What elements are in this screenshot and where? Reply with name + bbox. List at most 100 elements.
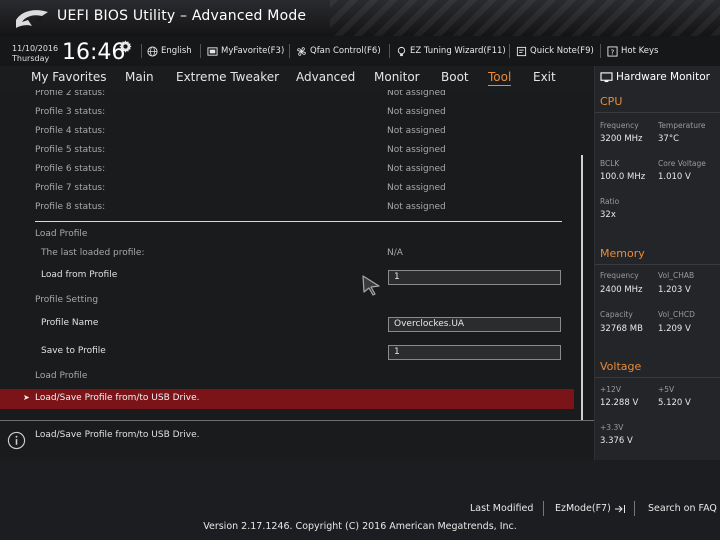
core-voltage-value: 1.010 V <box>658 172 691 182</box>
last-modified-button[interactable]: Last Modified <box>470 503 533 514</box>
profile-3-status-label: Profile 3 status: <box>35 107 106 117</box>
fan-icon <box>297 46 306 56</box>
v5-label: +5V <box>658 385 675 394</box>
bulb-icon <box>397 46 406 56</box>
vol-chcd-label: Vol_CHCD <box>658 310 695 319</box>
language-label: English <box>161 46 192 56</box>
mouse-cursor-icon <box>362 275 380 296</box>
date-text: 11/10/2016 <box>12 44 59 53</box>
separator <box>289 44 290 58</box>
tab-advanced[interactable]: Advanced <box>296 70 355 84</box>
info-bar: 11/10/2016 Thursday 16:46 English MyFavo… <box>0 36 720 66</box>
main-content: Profile 2 status: Not assigned Profile 3… <box>0 90 594 420</box>
load-from-profile-label: Load from Profile <box>41 270 118 280</box>
save-to-profile-label: Save to Profile <box>41 346 106 356</box>
vol-chab-label: Vol_CHAB <box>658 271 695 280</box>
date-display: 11/10/2016 Thursday <box>12 44 58 64</box>
profile-5-status-value: Not assigned <box>387 145 446 155</box>
profile-name-input[interactable]: Overclockes.UA <box>388 317 561 332</box>
quick-note-label: Quick Note(F9) <box>530 46 594 56</box>
v5-value: 5.120 V <box>658 398 691 408</box>
hardware-monitor-label: Hardware Monitor <box>616 71 710 83</box>
my-favorite-button[interactable]: MyFavorite(F3) <box>207 43 284 59</box>
v12-value: 12.288 V <box>600 398 639 408</box>
profile-4-status-label: Profile 4 status: <box>35 126 106 136</box>
separator <box>509 44 510 58</box>
footer: Last Modified EzMode(F7) Search on FAQ V… <box>0 460 720 540</box>
vol-chcd-value: 1.209 V <box>658 324 691 334</box>
hot-keys-label: Hot Keys <box>621 46 659 56</box>
voltage-section-title: Voltage <box>600 360 642 373</box>
ez-tuning-wizard-label: EZ Tuning Wizard(F11) <box>410 46 506 56</box>
separator <box>634 501 635 516</box>
exit-arrow-icon <box>614 504 625 513</box>
my-favorite-label: MyFavorite(F3) <box>221 46 285 56</box>
cpu-temperature-value: 37°C <box>658 134 680 144</box>
hw-divider <box>595 112 720 113</box>
profile-name-label: Profile Name <box>41 318 99 328</box>
profile-setting-header: Profile Setting <box>35 295 99 305</box>
usb-profile-menu-item[interactable]: ➤ Load/Save Profile from/to USB Drive. <box>0 389 574 409</box>
hw-divider <box>595 264 720 265</box>
tab-boot[interactable]: Boot <box>441 70 469 84</box>
tab-main[interactable]: Main <box>125 70 154 84</box>
title-bar-stripes <box>330 0 720 36</box>
globe-icon <box>147 45 158 57</box>
capacity-label: Capacity <box>600 310 633 319</box>
copyright-text: Version 2.17.1246. Copyright (C) 2016 Am… <box>203 521 517 532</box>
cpu-temperature-label: Temperature <box>658 121 706 130</box>
separator <box>141 44 142 58</box>
language-button[interactable]: English <box>147 43 192 59</box>
gear-icon[interactable] <box>119 40 132 53</box>
main-menu: My Favorites Main Extreme Tweaker Advanc… <box>0 66 594 90</box>
scrollbar[interactable] <box>581 155 583 420</box>
hot-keys-button[interactable]: ? Hot Keys <box>607 43 658 59</box>
quick-note-button[interactable]: Quick Note(F9) <box>516 43 594 59</box>
separator <box>200 44 201 58</box>
v33-value: 3.376 V <box>600 436 633 446</box>
svg-text:?: ? <box>611 47 615 56</box>
profile-6-status-label: Profile 6 status: <box>35 164 106 174</box>
monitor-icon <box>600 71 613 82</box>
ezmode-label: EzMode(F7) <box>555 503 611 514</box>
tab-tool[interactable]: Tool <box>488 70 512 86</box>
v33-label: +3.3V <box>600 423 624 432</box>
separator <box>543 501 544 516</box>
cpu-frequency-label: Frequency <box>600 121 639 130</box>
load-from-profile-input[interactable]: 1 <box>388 270 561 285</box>
bclk-value: 100.0 MHz <box>600 172 646 182</box>
tab-monitor[interactable]: Monitor <box>374 70 420 84</box>
submenu-arrow-icon: ➤ <box>23 393 30 402</box>
tab-exit[interactable]: Exit <box>533 70 556 84</box>
cpu-section-title: CPU <box>600 95 623 108</box>
ratio-label: Ratio <box>600 197 620 206</box>
ratio-value: 32x <box>600 210 616 220</box>
profile-7-status-label: Profile 7 status: <box>35 183 106 193</box>
v12-label: +12V <box>600 385 621 394</box>
memory-frequency-value: 2400 MHz <box>600 285 643 295</box>
tab-my-favorites[interactable]: My Favorites <box>31 70 106 84</box>
app-title: UEFI BIOS Utility – Advanced Mode <box>57 8 307 24</box>
tab-extreme-tweaker[interactable]: Extreme Tweaker <box>176 70 279 84</box>
qfan-control-button[interactable]: Qfan Control(F6) <box>296 43 381 59</box>
search-faq-button[interactable]: Search on FAQ <box>648 503 717 514</box>
ez-tuning-wizard-button[interactable]: EZ Tuning Wizard(F11) <box>396 43 506 59</box>
load-profile-header-2: Load Profile <box>35 371 88 381</box>
help-icon: ? <box>607 45 618 57</box>
save-to-profile-input[interactable]: 1 <box>388 345 561 360</box>
hardware-monitor-title: Hardware Monitor <box>600 71 710 83</box>
help-bar: Load/Save Profile from/to USB Drive. <box>0 420 594 460</box>
profile-5-status-label: Profile 5 status: <box>35 145 106 155</box>
ezmode-button[interactable]: EzMode(F7) <box>555 503 626 514</box>
info-icon <box>7 431 26 450</box>
section-divider <box>35 221 562 222</box>
memory-section-title: Memory <box>600 247 645 260</box>
title-bar: UEFI BIOS Utility – Advanced Mode <box>0 0 720 36</box>
hardware-monitor-panel: Hardware Monitor CPU Frequency Temperatu… <box>594 66 720 460</box>
qfan-control-label: Qfan Control(F6) <box>310 46 381 56</box>
clock-time: 16:46 <box>62 40 126 65</box>
separator <box>600 44 601 58</box>
vol-chab-value: 1.203 V <box>658 285 691 295</box>
capacity-value: 32768 MB <box>600 324 643 334</box>
rog-logo-icon <box>16 10 48 29</box>
